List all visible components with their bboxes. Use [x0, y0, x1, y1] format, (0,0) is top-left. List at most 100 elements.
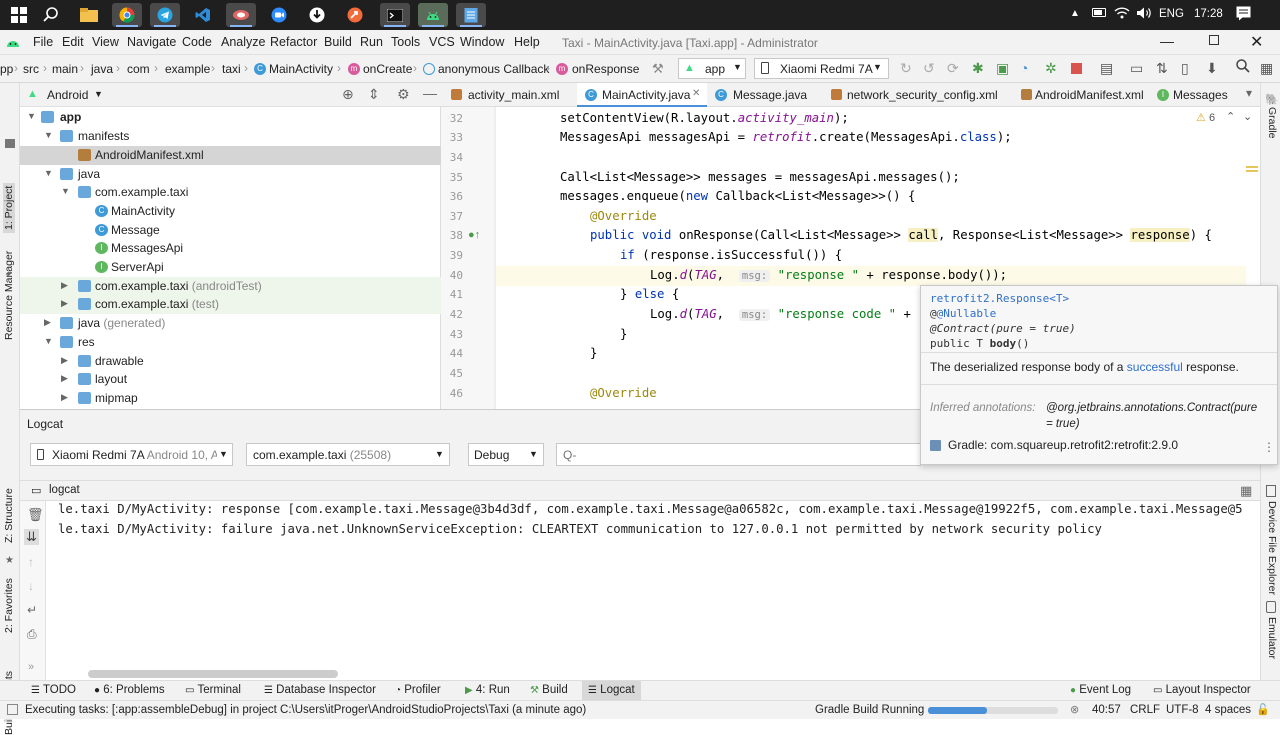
log-line[interactable]: le.taxi D/MyActivity: response [com.exam…	[58, 502, 1243, 516]
tool-problems[interactable]: ● 6: Problems	[94, 684, 165, 696]
down-arrow-icon[interactable]: ↓	[28, 579, 34, 593]
tree-item-res[interactable]: ▼ res	[20, 333, 441, 352]
menu-code[interactable]: Code	[182, 35, 212, 49]
windows-start-icon[interactable]	[4, 3, 34, 27]
tool-tab-device-file-explorer[interactable]: Device File Explorer	[1266, 501, 1278, 595]
tree-item-package-main[interactable]: ▼ com.example.taxi	[20, 183, 441, 202]
cancel-task-icon[interactable]: ⊗	[1070, 703, 1079, 716]
run-config-select[interactable]: ▲ app ▼	[678, 58, 746, 79]
avd-manager-icon[interactable]: ▯	[1181, 60, 1189, 77]
clear-logcat-icon[interactable]: 🗑	[27, 507, 44, 523]
chevron-right-icon[interactable]: ▶	[61, 280, 68, 291]
debug-icon[interactable]: ✱	[972, 60, 984, 77]
override-gutter-icon[interactable]: ●↑	[468, 229, 480, 241]
project-view-select[interactable]: Android	[47, 88, 88, 102]
settings-icon[interactable]: ▦	[1260, 60, 1273, 77]
menu-vcs[interactable]: VCS	[429, 35, 455, 49]
battery-icon[interactable]	[1092, 8, 1106, 17]
status-message[interactable]: Executing tasks: [:app:assembleDebug] in…	[25, 704, 586, 716]
chevron-down-icon[interactable]: ⌄	[1243, 110, 1252, 123]
download-icon[interactable]	[302, 3, 332, 27]
terminal-icon[interactable]	[380, 3, 410, 27]
tool-todo[interactable]: ☰ TODO	[31, 684, 76, 696]
breadcrumb-anonymous-callback[interactable]: anonymous Callback	[438, 62, 549, 76]
sync-icon[interactable]: ⇅	[1156, 60, 1168, 77]
code-line-39[interactable]: if (response.isSuccessful()) {	[620, 248, 842, 262]
tool-tab-resource-manager[interactable]: Resource Manager	[3, 251, 15, 340]
tool-logcat[interactable]: ☰ Logcat	[582, 681, 641, 700]
log-line[interactable]: le.taxi D/MyActivity: failure java.net.U…	[58, 522, 1102, 536]
clock[interactable]: 17:28	[1194, 8, 1223, 20]
tool-event-log[interactable]: ● Event Log	[1070, 684, 1131, 696]
code-line-44[interactable]: }	[590, 346, 597, 360]
tree-item-manifests[interactable]: ▼ manifests	[20, 127, 441, 146]
breadcrumb-main[interactable]: main	[52, 62, 78, 76]
file-explorer-icon[interactable]	[74, 3, 104, 27]
horizontal-scrollbar[interactable]	[88, 670, 338, 678]
breadcrumb-com[interactable]: com	[127, 62, 150, 76]
close-tab-icon[interactable]: ✕	[692, 88, 700, 99]
code-line-43[interactable]: }	[620, 327, 627, 341]
lock-icon[interactable]: 🔓	[1256, 703, 1270, 716]
menu-file[interactable]: File	[33, 35, 53, 49]
soft-wrap-icon[interactable]: ↵	[27, 603, 37, 617]
tree-item-message[interactable]: C Message	[20, 221, 441, 240]
log-level-select[interactable]: Debug ▼	[468, 443, 544, 466]
menu-window[interactable]: Window	[460, 35, 504, 49]
breadcrumb-taxi[interactable]: taxi	[222, 62, 241, 76]
logcat-search-input[interactable]	[556, 443, 921, 466]
chevron-down-icon[interactable]: ▼	[61, 186, 70, 196]
chevron-right-icon[interactable]: ▶	[61, 392, 68, 403]
tree-item-serverapi[interactable]: I ServerApi	[20, 258, 441, 277]
process-filter-select[interactable]: com.example.taxi (25508) ▼	[246, 443, 450, 466]
locate-icon[interactable]: ⊕	[342, 86, 354, 103]
app-icon[interactable]	[226, 3, 256, 27]
tree-item-app[interactable]: ▼ app	[20, 108, 441, 127]
breadcrumb-app[interactable]: pp	[0, 62, 13, 76]
warning-count[interactable]: 6	[1209, 112, 1215, 124]
tool-tab-project[interactable]: 1: Project	[3, 182, 15, 233]
code-line-41[interactable]: } else {	[620, 287, 679, 301]
sdk-manager-icon[interactable]: ⬇	[1206, 60, 1218, 77]
more-icon[interactable]: »	[28, 661, 34, 673]
layout-icon[interactable]: ▭	[1130, 60, 1143, 77]
tab-network-security-config[interactable]: network_security_config.xml	[827, 83, 1007, 107]
scroll-to-end-icon[interactable]: ⇊	[24, 529, 39, 545]
device-filter-select[interactable]: Xiaomi Redmi 7A Android 10, AF ▼	[30, 443, 233, 466]
vscode-icon[interactable]	[188, 3, 218, 27]
tree-item-java[interactable]: ▼ java	[20, 165, 441, 184]
close-button[interactable]: ✕	[1250, 32, 1263, 52]
caret-position[interactable]: 40:57	[1092, 704, 1121, 716]
attach-debugger-icon[interactable]: ✲	[1045, 60, 1057, 77]
code-line-36[interactable]: messages.enqueue(new Callback<List<Messa…	[560, 189, 915, 203]
profile-icon[interactable]: ◔	[1020, 60, 1028, 76]
android-studio-icon[interactable]	[418, 3, 448, 27]
menu-help[interactable]: Help	[514, 35, 540, 49]
tool-terminal[interactable]: ▭ Terminal	[185, 684, 241, 696]
more-options-icon[interactable]: ⋮	[1263, 440, 1275, 454]
breadcrumb-oncreate[interactable]: onCreate	[363, 62, 412, 76]
breadcrumb-src[interactable]: src	[23, 62, 39, 76]
tool-tab-structure[interactable]: Z: Structure	[3, 488, 15, 543]
collapse-all-icon[interactable]: ⇕	[368, 86, 380, 103]
volume-icon[interactable]	[1136, 6, 1152, 23]
project-structure-icon[interactable]: ▤	[1100, 60, 1113, 77]
tab-androidmanifest-xml[interactable]: AndroidManifest.xml	[1017, 83, 1147, 107]
indent-setting[interactable]: 4 spaces	[1205, 704, 1251, 716]
line-separator[interactable]: CRLF	[1130, 704, 1160, 716]
chevron-down-icon[interactable]: ▼	[44, 168, 53, 178]
tab-activity-main-xml[interactable]: activity_main.xml	[447, 83, 575, 107]
chevron-right-icon[interactable]: ▶	[44, 317, 51, 328]
menu-build[interactable]: Build	[324, 35, 352, 49]
menu-run[interactable]: Run	[360, 35, 383, 49]
tree-item-package-androidtest[interactable]: ▶ com.example.taxi (androidTest)	[20, 277, 441, 296]
breadcrumb-java[interactable]: java	[91, 62, 113, 76]
code-line-46[interactable]: @Override	[590, 386, 657, 400]
layout-options-icon[interactable]: ▦	[1240, 483, 1252, 499]
notepad-icon[interactable]	[456, 3, 486, 27]
chevron-down-icon[interactable]: ▼	[27, 111, 36, 121]
menu-refactor[interactable]: Refactor	[270, 35, 317, 49]
apply-changes-icon[interactable]: ↺	[923, 60, 935, 77]
code-line-32[interactable]: setContentView(R.layout.activity_main);	[560, 111, 849, 125]
tray-chevron-icon[interactable]: ▲	[1070, 8, 1080, 19]
